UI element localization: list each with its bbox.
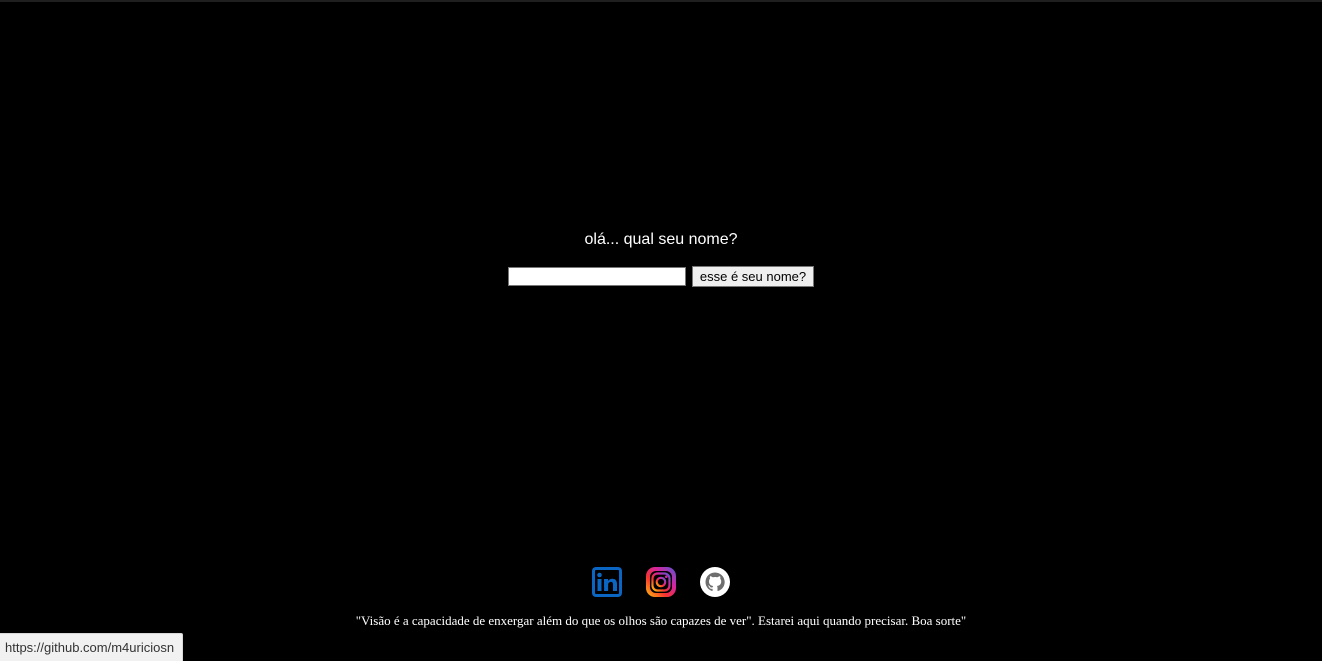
github-icon [700,567,730,597]
top-border [0,0,1322,2]
name-input[interactable] [507,267,686,286]
footer-quote: "Visão é a capacidade de enxergar além d… [355,613,967,628]
github-link[interactable] [699,566,731,598]
name-form: esse é seu nome? [0,266,1322,287]
greeting-section: olá... qual seu nome? esse é seu nome? [0,228,1322,287]
linkedin-icon [592,567,622,597]
linkedin-link[interactable] [591,566,623,598]
name-question: olá... qual seu nome? [584,231,738,248]
submit-name-button[interactable]: esse é seu nome? [691,266,815,287]
instagram-link[interactable] [645,566,677,598]
instagram-icon [646,567,676,597]
status-bar-url: https://github.com/m4uriciosn [0,633,184,661]
social-links [0,566,1322,598]
